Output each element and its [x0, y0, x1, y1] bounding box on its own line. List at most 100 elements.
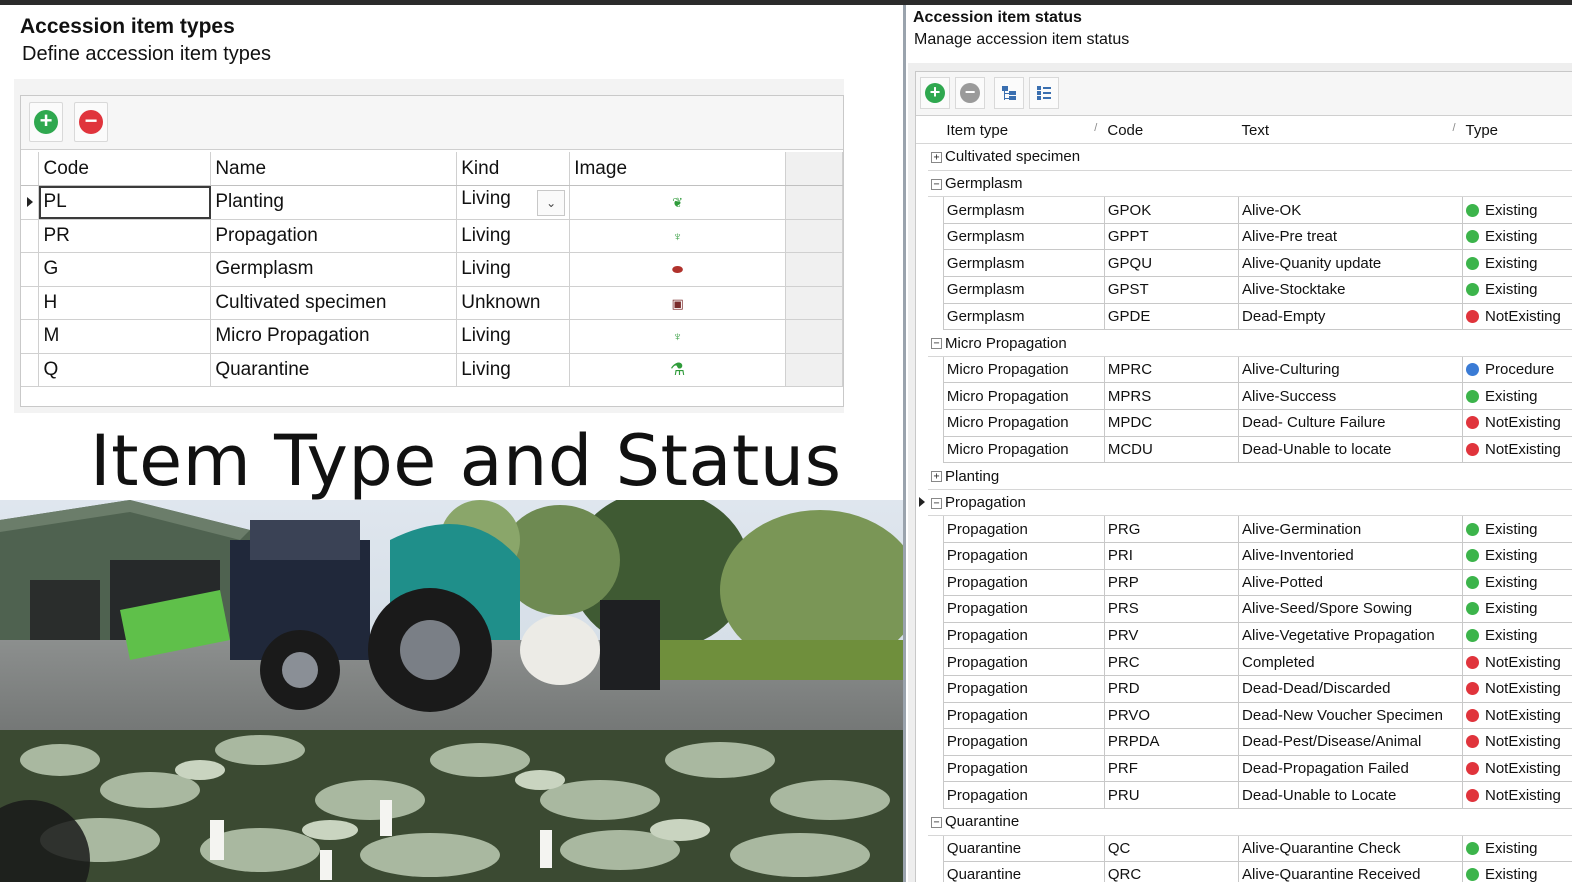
item-type-code-cell[interactable]: PL	[38, 185, 212, 220]
column-header-type[interactable]: Type	[1462, 117, 1572, 145]
row-selector[interactable]	[916, 569, 928, 596]
group-header-cell[interactable]: − Quarantine	[928, 808, 1572, 836]
column-header-code[interactable]: Code	[1104, 117, 1239, 145]
status-row[interactable]: Propagation PRS Alive-Seed/Spore Sowing Exi…	[916, 595, 1572, 623]
status-text-cell[interactable]: Dead-Unable to locate	[1238, 436, 1463, 464]
status-item-type-cell[interactable]: Propagation	[942, 542, 1105, 570]
item-type-image-cell[interactable]: ⚗	[569, 353, 787, 387]
row-selector[interactable]	[916, 436, 928, 463]
item-type-name-cell[interactable]: Propagation	[210, 219, 458, 253]
group-header-cell[interactable]: − Propagation	[928, 489, 1572, 517]
status-code-cell[interactable]: MCDU	[1104, 436, 1240, 464]
expand-group-icon[interactable]: +	[931, 471, 942, 483]
row-selector[interactable]	[916, 675, 928, 702]
status-code-cell[interactable]: GPOK	[1104, 196, 1240, 224]
row-selector[interactable]	[916, 223, 928, 250]
item-type-row[interactable]: G Germplasm Living ⬬	[21, 252, 843, 287]
status-code-cell[interactable]: GPPT	[1104, 223, 1240, 251]
status-row[interactable]: Propagation PRPDA Dead-Pest/Disease/Animal…	[916, 728, 1572, 756]
status-text-cell[interactable]: Alive-Germination	[1238, 515, 1463, 543]
status-type-cell[interactable]: NotExisting	[1462, 702, 1572, 730]
status-row[interactable]: Germplasm GPQU Alive-Quanity update Existin…	[916, 249, 1572, 278]
status-code-cell[interactable]: PRPDA	[1104, 728, 1240, 756]
status-type-cell[interactable]: Existing	[1462, 276, 1572, 304]
status-type-cell[interactable]: Existing	[1462, 196, 1572, 224]
status-code-cell[interactable]: PRC	[1104, 648, 1240, 676]
collapse-group-icon[interactable]: −	[931, 338, 942, 350]
row-selector[interactable]	[916, 330, 928, 357]
status-text-cell[interactable]: Dead- Culture Failure	[1238, 409, 1463, 437]
status-type-cell[interactable]: Existing	[1462, 515, 1572, 543]
status-type-cell[interactable]: NotExisting	[1462, 303, 1572, 331]
status-row[interactable]: Propagation PRG Alive-Germination Existing	[916, 515, 1572, 543]
add-item-type-button[interactable]: +	[29, 102, 63, 142]
status-text-cell[interactable]: Alive-Quanity update	[1238, 249, 1463, 278]
status-text-cell[interactable]: Alive-Vegetative Propagation	[1238, 622, 1463, 650]
status-item-type-cell[interactable]: Germplasm	[942, 303, 1105, 331]
status-row[interactable]: Germplasm GPPT Alive-Pre treat Existing	[916, 223, 1572, 251]
row-selector[interactable]	[21, 319, 40, 354]
status-item-type-cell[interactable]: Propagation	[942, 728, 1105, 756]
status-item-type-cell[interactable]: Micro Propagation	[942, 436, 1105, 464]
item-type-row[interactable]: PL Planting Living ⌄ ❦	[21, 185, 843, 220]
item-type-code-cell[interactable]: G	[38, 252, 212, 287]
status-text-cell[interactable]: Alive-Seed/Spore Sowing	[1238, 595, 1463, 623]
row-selector[interactable]	[21, 185, 40, 220]
status-code-cell[interactable]: PRG	[1104, 515, 1240, 543]
status-item-type-cell[interactable]: Propagation	[942, 515, 1105, 543]
status-row[interactable]: Micro Propagation MPRC Alive-Culturing Proc…	[916, 356, 1572, 384]
item-type-kind-cell[interactable]: Living	[456, 219, 571, 253]
status-code-cell[interactable]: PRP	[1104, 569, 1240, 597]
status-text-cell[interactable]: Dead-Pest/Disease/Animal	[1238, 728, 1463, 756]
status-item-type-cell[interactable]: Germplasm	[942, 249, 1105, 278]
status-item-type-cell[interactable]: Propagation	[942, 569, 1105, 597]
row-selector[interactable]	[916, 755, 928, 782]
status-code-cell[interactable]: QRC	[1104, 861, 1240, 882]
item-type-image-cell[interactable]: ▣	[569, 286, 787, 320]
group-header-cell[interactable]: − Micro Propagation	[928, 329, 1572, 357]
item-type-image-cell[interactable]: ♆	[569, 319, 787, 354]
row-selector[interactable]	[916, 702, 928, 729]
item-type-image-cell[interactable]: ♆	[569, 219, 787, 253]
status-text-cell[interactable]: Alive-Pre treat	[1238, 223, 1463, 251]
row-selector[interactable]	[916, 303, 928, 330]
column-header-text[interactable]: Text /	[1238, 117, 1463, 145]
status-item-type-cell[interactable]: Quarantine	[942, 835, 1105, 863]
item-type-name-cell[interactable]: Quarantine	[210, 353, 458, 387]
status-text-cell[interactable]: Dead-New Voucher Specimen	[1238, 702, 1463, 730]
expand-all-button[interactable]	[994, 77, 1024, 109]
row-selector[interactable]	[21, 252, 40, 287]
column-header-item-type[interactable]: Item type /	[943, 117, 1105, 145]
remove-status-button[interactable]: −	[955, 77, 985, 109]
item-type-name-cell[interactable]: Cultivated specimen	[210, 286, 458, 320]
item-type-kind-cell[interactable]: Living	[456, 319, 571, 354]
status-row[interactable]: Germplasm GPDE Dead-Empty NotExisting	[916, 303, 1572, 331]
row-selector[interactable]	[916, 622, 928, 649]
group-header-cell[interactable]: − Germplasm	[928, 170, 1572, 198]
collapse-group-icon[interactable]: −	[931, 497, 942, 509]
row-selector[interactable]	[916, 649, 928, 676]
status-type-cell[interactable]: Existing	[1462, 249, 1572, 278]
status-text-cell[interactable]: Alive-Quarantine Received	[1238, 861, 1463, 882]
column-header-kind[interactable]: Kind	[456, 152, 571, 186]
row-selector[interactable]	[21, 286, 40, 320]
item-type-kind-cell[interactable]: Living	[456, 252, 571, 287]
item-type-image-cell[interactable]: ⬬	[569, 252, 787, 287]
status-type-cell[interactable]: Existing	[1462, 542, 1572, 570]
row-selector[interactable]	[21, 219, 40, 253]
status-text-cell[interactable]: Alive-Inventoried	[1238, 542, 1463, 570]
status-type-cell[interactable]: NotExisting	[1462, 781, 1572, 809]
status-row[interactable]: Propagation PRV Alive-Vegetative Propagati…	[916, 622, 1572, 650]
status-item-type-cell[interactable]: Propagation	[942, 702, 1105, 730]
status-code-cell[interactable]: PRV	[1104, 622, 1240, 650]
status-row[interactable]: Germplasm GPOK Alive-OK Existing	[916, 196, 1572, 224]
row-selector[interactable]	[916, 356, 928, 383]
status-row[interactable]: Propagation PRU Dead-Unable to Locate NotEx…	[916, 781, 1572, 809]
status-item-type-cell[interactable]: Germplasm	[942, 196, 1105, 224]
status-type-cell[interactable]: Existing	[1462, 223, 1572, 251]
item-type-name-cell[interactable]: Planting	[210, 185, 458, 220]
status-type-cell[interactable]: Procedure	[1462, 356, 1572, 384]
status-text-cell[interactable]: Alive-Quarantine Check	[1238, 835, 1463, 863]
status-row[interactable]: Propagation PRI Alive-Inventoried Existing	[916, 542, 1572, 570]
add-status-button[interactable]: +	[920, 77, 950, 109]
